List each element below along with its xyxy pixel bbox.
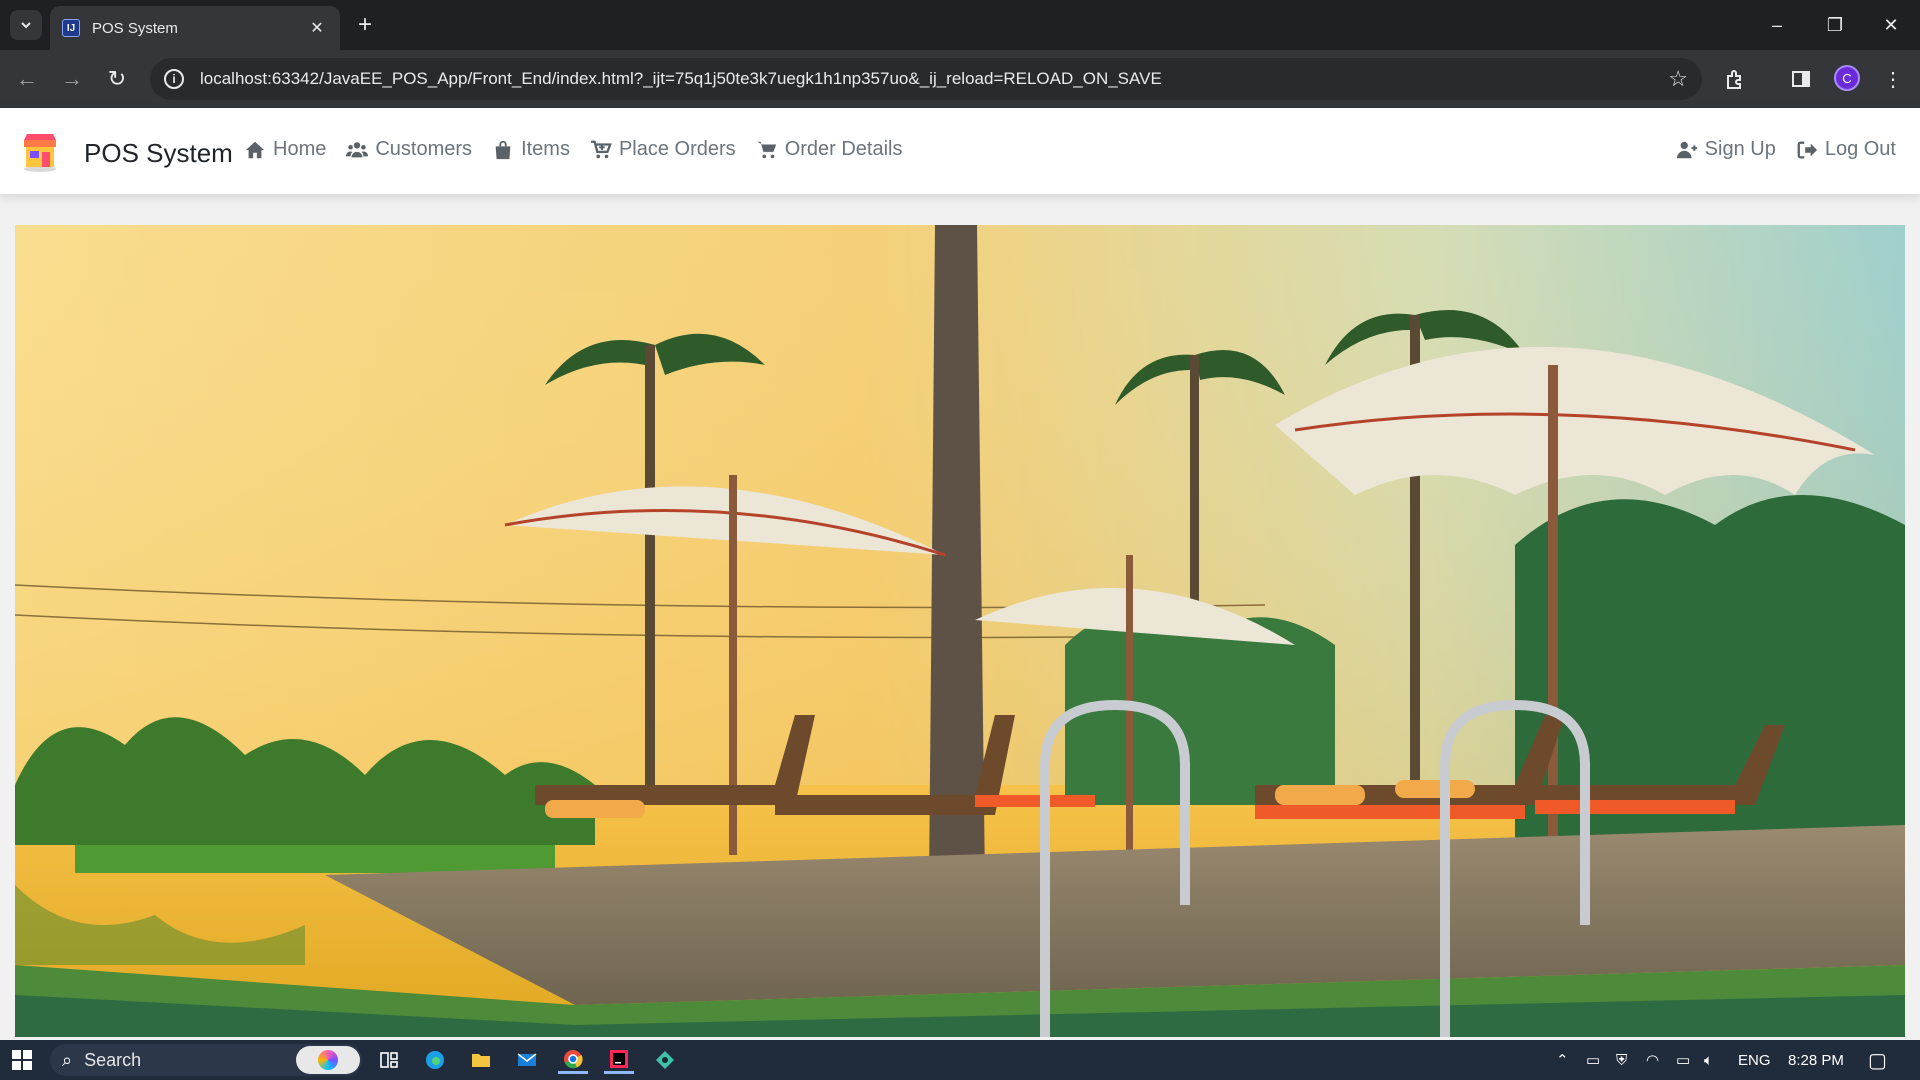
site-info-icon[interactable]: i — [164, 69, 184, 89]
address-bar[interactable]: i localhost:63342/JavaEE_POS_App/Front_E… — [150, 58, 1702, 100]
task-view-icon[interactable] — [374, 1046, 404, 1074]
taskbar-search[interactable]: ⌕ Search — [50, 1044, 362, 1076]
show-hidden-icons[interactable]: ⌃ — [1556, 1040, 1569, 1080]
nav-link-label: Log Out — [1824, 138, 1896, 160]
browser-tab-bar: IJ POS System ✕ + – ❐ ✕ — [0, 0, 1920, 50]
nav-link-label: Customers — [375, 138, 473, 160]
cart-plus-icon — [590, 140, 612, 158]
windows-taskbar: ⌕ Search ⌃ ▭ ⛨ ◠ ▭ 🔈︎ ENG 8:28 PM ▢ — [0, 1040, 1920, 1080]
nav-link-sign-up[interactable]: Sign Up — [1676, 138, 1776, 161]
git-client-icon[interactable] — [650, 1046, 680, 1074]
close-tab-icon[interactable]: ✕ — [306, 18, 328, 38]
battery-icon[interactable]: ▭ — [1676, 1040, 1690, 1080]
chrome-icon[interactable] — [558, 1046, 588, 1074]
intellij-icon[interactable] — [604, 1046, 634, 1074]
nav-link-label: Place Orders — [618, 138, 736, 160]
taskbar-search-label: Search — [84, 1049, 142, 1070]
menu-kebab-icon[interactable]: ⋮ — [1878, 64, 1908, 94]
sign-out-icon — [1797, 141, 1817, 158]
tab-title: POS System — [92, 19, 178, 37]
nav-link-customers[interactable]: Customers — [346, 138, 472, 161]
volume-icon[interactable]: 🔈︎ — [1704, 1040, 1713, 1080]
search-icon: ⌕ — [62, 1049, 73, 1070]
wifi-icon[interactable]: ◠ — [1646, 1040, 1659, 1080]
chevron-down-icon — [21, 22, 31, 29]
language-indicator[interactable]: ENG — [1738, 1040, 1771, 1080]
users-icon — [346, 141, 369, 157]
auth-nav: Sign Up Log Out — [1676, 138, 1896, 161]
windows-start-icon[interactable] — [12, 1050, 32, 1070]
user-plus-icon — [1676, 141, 1697, 158]
notifications-icon[interactable]: ▢ — [1868, 1040, 1887, 1080]
back-icon[interactable]: ← — [12, 64, 42, 94]
reload-icon[interactable]: ↻ — [102, 64, 132, 94]
close-window-icon[interactable]: ✕ — [1862, 0, 1920, 50]
tab-search-button[interactable] — [10, 10, 42, 40]
browser-tab[interactable]: IJ POS System ✕ — [50, 6, 340, 50]
brand-title[interactable]: POS System — [84, 138, 233, 169]
forward-icon[interactable]: → — [57, 64, 87, 94]
hero-image — [15, 225, 1905, 1037]
edge-browser-icon[interactable] — [420, 1046, 450, 1074]
nav-link-log-out[interactable]: Log Out — [1796, 138, 1896, 161]
nav-link-label: Order Details — [784, 138, 903, 160]
intellij-favicon-icon: IJ — [62, 19, 80, 37]
resort-pool-illustration — [15, 225, 1905, 1037]
nav-link-items[interactable]: Items — [492, 138, 570, 161]
file-explorer-icon[interactable] — [466, 1046, 496, 1074]
security-shield-icon[interactable]: ⛨ — [1616, 1040, 1627, 1080]
clock[interactable]: 8:28 PM — [1788, 1040, 1844, 1080]
extensions-icon[interactable] — [1720, 64, 1750, 94]
device-icon[interactable]: ▭ — [1586, 1040, 1600, 1080]
app-navbar: POS System Home Customers Items Place Or… — [0, 108, 1920, 194]
home-icon — [245, 141, 265, 158]
main-nav: Home Customers Items Place Orders Order … — [244, 138, 903, 161]
mail-icon[interactable] — [512, 1046, 542, 1074]
url-text[interactable]: localhost:63342/JavaEE_POS_App/Front_End… — [200, 69, 1668, 89]
nav-link-order-details[interactable]: Order Details — [756, 138, 903, 161]
nav-link-label: Home — [273, 138, 327, 160]
new-tab-icon[interactable]: + — [352, 12, 378, 38]
store-logo-icon[interactable] — [20, 132, 60, 172]
nav-link-home[interactable]: Home — [244, 138, 326, 161]
browser-toolbar: ← → ↻ i localhost:63342/JavaEE_POS_App/F… — [0, 50, 1920, 108]
profile-avatar[interactable]: C — [1834, 65, 1860, 91]
shopping-bag-icon — [495, 140, 511, 159]
nav-link-label: Items — [521, 138, 570, 160]
copilot-icon[interactable] — [296, 1046, 360, 1074]
cart-icon — [756, 141, 776, 158]
bookmark-star-icon[interactable]: ☆ — [1668, 66, 1688, 92]
side-panel-icon[interactable] — [1786, 64, 1816, 94]
nav-link-label: Sign Up — [1704, 138, 1776, 160]
minimize-icon[interactable]: – — [1748, 0, 1806, 50]
nav-link-place-orders[interactable]: Place Orders — [590, 138, 736, 161]
restore-icon[interactable]: ❐ — [1806, 0, 1864, 50]
